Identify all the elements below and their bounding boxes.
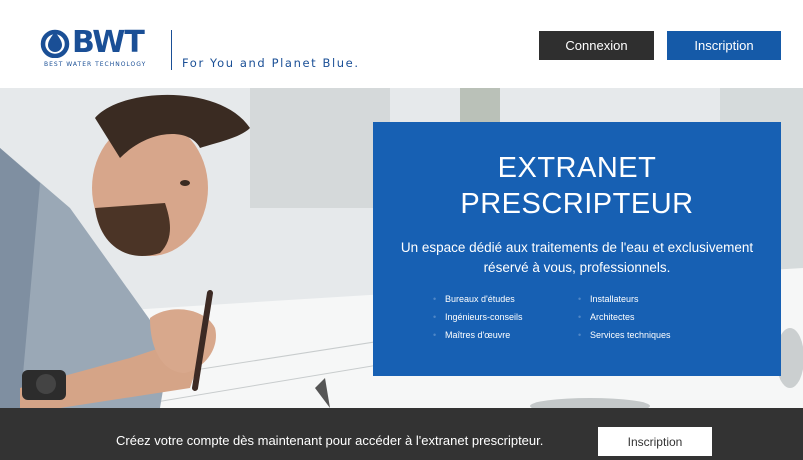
- bullet-icon: •: [578, 294, 582, 304]
- logo-text: BWT: [72, 25, 145, 60]
- bullet-icon: •: [578, 312, 582, 322]
- extranet-info-panel: EXTRANET PRESCRIPTEUR Un espace dédié au…: [373, 122, 781, 376]
- list-item: • Services techniques: [578, 326, 671, 344]
- login-button[interactable]: Connexion: [539, 31, 654, 60]
- bullet-icon: •: [433, 312, 437, 322]
- cta-text: Créez votre compte dès maintenant pour a…: [116, 433, 544, 448]
- page: BWT BEST WATER TECHNOLOGY For You and Pl…: [0, 0, 803, 460]
- list-item: • Maîtres d'œuvre: [433, 326, 523, 344]
- audience-list-right: • Installateurs • Architectes • Services te…: [578, 290, 671, 344]
- logo-wordmark: BWT: [40, 25, 145, 60]
- panel-description: Un espace dédié aux traitements de l'eau…: [400, 240, 754, 275]
- panel-title-line2: PRESCRIPTEUR: [460, 188, 694, 220]
- signup-button[interactable]: Inscription: [667, 31, 781, 60]
- list-item: • Installateurs: [578, 290, 671, 308]
- bullet-icon: •: [578, 330, 582, 340]
- panel-title-line1: EXTRANET: [497, 152, 657, 184]
- bwt-logo[interactable]: BWT BEST WATER TECHNOLOGY: [40, 26, 170, 72]
- tagline: For You and Planet Blue.: [182, 56, 360, 70]
- list-item: • Bureaux d'études: [433, 290, 523, 308]
- bullet-icon: •: [433, 294, 437, 304]
- bullet-icon: •: [433, 330, 437, 340]
- logo-divider: [171, 30, 172, 70]
- panel-title: EXTRANET PRESCRIPTEUR: [373, 150, 781, 222]
- list-item: • Ingénieurs-conseils: [433, 308, 523, 326]
- audience-list-left: • Bureaux d'études • Ingénieurs-conseils •…: [433, 290, 523, 344]
- logo-subtext: BEST WATER TECHNOLOGY: [44, 61, 147, 68]
- list-item: • Architectes: [578, 308, 671, 326]
- site-header: BWT BEST WATER TECHNOLOGY For You and Pl…: [0, 0, 803, 88]
- water-drop-icon: [40, 29, 70, 58]
- signup-cta-bar: Créez votre compte dès maintenant pour a…: [0, 408, 803, 460]
- hero-banner: EXTRANET PRESCRIPTEUR Un espace dédié au…: [0, 88, 803, 408]
- cta-signup-button[interactable]: Inscription: [598, 427, 712, 456]
